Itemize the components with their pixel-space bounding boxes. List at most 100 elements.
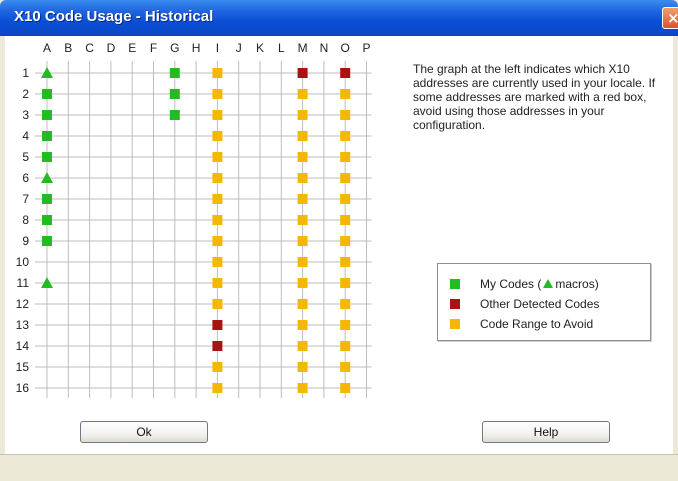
legend-box: My Codes ( macros) Other Detected Codes C… xyxy=(437,263,651,341)
column-label: O xyxy=(341,41,350,55)
avoid-code-marker xyxy=(340,257,351,267)
avoid-code-marker xyxy=(212,173,223,183)
my-code-marker xyxy=(42,131,52,141)
row-label: 14 xyxy=(16,339,30,353)
row-label: 11 xyxy=(17,276,30,290)
my-code-marker xyxy=(42,236,52,246)
avoid-code-marker xyxy=(212,89,223,99)
ok-button[interactable]: Ok xyxy=(80,421,208,443)
avoid-code-marker xyxy=(340,152,351,162)
avoid-code-marker xyxy=(212,362,223,372)
column-label: N xyxy=(320,41,329,55)
avoid-code-marker xyxy=(297,215,308,225)
avoid-code-marker xyxy=(297,257,308,267)
column-label: B xyxy=(64,41,72,55)
row-label: 7 xyxy=(22,192,29,206)
avoid-code-marker xyxy=(212,236,223,246)
avoid-code-marker xyxy=(212,215,223,225)
macro-triangle-icon xyxy=(543,279,554,288)
avoid-code-marker xyxy=(297,236,308,246)
window-title: X10 Code Usage - Historical xyxy=(14,8,214,25)
x10-code-grid: A B C D E F G H I J K L M N O P12345678910111213141516 xyxy=(16,41,372,398)
row-label: 12 xyxy=(16,297,30,311)
row-label: 4 xyxy=(22,129,29,143)
avoid-code-marker xyxy=(340,194,351,204)
avoid-code-marker xyxy=(340,362,351,372)
row-label: 3 xyxy=(22,108,29,122)
row-label: 1 xyxy=(22,66,29,80)
avoid-code-marker xyxy=(340,89,351,99)
avoid-code-marker xyxy=(212,194,223,204)
avoid-code-marker xyxy=(297,173,308,183)
column-label: F xyxy=(150,41,157,55)
avoid-code-marker xyxy=(212,68,223,78)
detected-code-marker xyxy=(212,341,223,351)
avoid-code-marker xyxy=(297,131,308,141)
legend-other-detected-label: Other Detected Codes xyxy=(480,297,600,311)
column-label: J xyxy=(236,41,242,55)
avoid-code-marker xyxy=(297,320,308,330)
description-text: The graph at the left indicates which X1… xyxy=(413,62,656,132)
column-label: P xyxy=(362,41,370,55)
avoid-code-marker xyxy=(297,278,308,288)
avoid-code-marker xyxy=(212,131,223,141)
legend-avoid-label: Code Range to Avoid xyxy=(480,317,594,331)
title-bar[interactable]: X10 Code Usage - Historical × xyxy=(0,0,678,36)
avoid-code-marker xyxy=(212,299,223,309)
my-code-marker xyxy=(42,89,52,99)
avoid-code-marker xyxy=(340,278,351,288)
avoid-code-marker xyxy=(340,173,351,183)
dialog-window: X10 Code Usage - Historical × ABCDEFGH I J… xyxy=(0,0,678,481)
column-label: D xyxy=(107,41,116,55)
avoid-code-marker xyxy=(212,152,223,162)
my-code-marker xyxy=(42,215,52,225)
row-label: 13 xyxy=(16,318,30,332)
avoid-code-marker xyxy=(340,131,351,141)
avoid-code-marker xyxy=(212,257,223,267)
my-code-marker xyxy=(169,110,180,120)
avoid-code-marker xyxy=(297,110,308,120)
row-label: 9 xyxy=(22,234,29,248)
help-button[interactable]: Help xyxy=(482,421,610,443)
avoid-code-marker xyxy=(212,278,223,288)
close-icon: × xyxy=(667,9,678,27)
avoid-code-marker xyxy=(297,194,308,204)
my-code-marker xyxy=(42,194,52,204)
avoid-code-marker xyxy=(297,383,308,393)
my-code-marker xyxy=(42,110,52,120)
column-label: C xyxy=(85,41,94,55)
detected-code-marker xyxy=(340,68,351,78)
avoid-code-marker xyxy=(340,320,351,330)
my-code-marker xyxy=(169,89,180,99)
legend-macros-label: macros) xyxy=(555,277,599,291)
avoid-code-marker xyxy=(340,299,351,309)
red-square-icon xyxy=(450,299,460,309)
avoid-code-marker xyxy=(340,215,351,225)
column-label: K xyxy=(256,41,264,55)
column-label: A xyxy=(43,41,51,55)
my-code-marker xyxy=(169,68,180,78)
row-label: 10 xyxy=(16,255,30,269)
avoid-code-marker xyxy=(340,383,351,393)
row-label: 15 xyxy=(16,360,30,374)
avoid-code-marker xyxy=(297,89,308,99)
legend-my-codes-label: My Codes ( xyxy=(480,277,542,291)
avoid-code-marker xyxy=(212,383,223,393)
avoid-code-marker xyxy=(340,341,351,351)
row-label: 2 xyxy=(22,87,29,101)
close-button[interactable]: × xyxy=(662,7,678,29)
my-code-marker xyxy=(42,152,52,162)
avoid-code-marker xyxy=(212,110,223,120)
avoid-code-marker xyxy=(297,362,308,372)
row-label: 8 xyxy=(22,213,29,227)
detected-code-marker xyxy=(297,68,308,78)
column-label: L xyxy=(278,41,285,55)
avoid-code-marker xyxy=(297,152,308,162)
avoid-code-marker xyxy=(340,110,351,120)
column-label: I xyxy=(216,41,219,55)
status-bar xyxy=(0,454,678,481)
green-square-icon xyxy=(450,279,460,289)
detected-code-marker xyxy=(212,320,223,330)
avoid-code-marker xyxy=(340,236,351,246)
column-label: E xyxy=(128,41,136,55)
